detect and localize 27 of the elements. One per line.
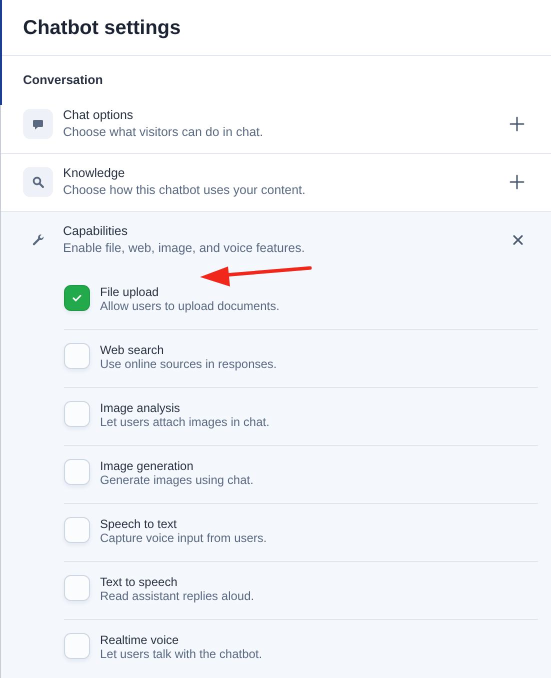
option-description: Generate images using chat. xyxy=(100,472,254,487)
option-title: Image generation xyxy=(100,458,194,473)
option-description: Use online sources in responses. xyxy=(100,356,277,371)
section-description: Enable file, web, image, and voice features. xyxy=(63,240,305,257)
option-description: Let users talk with the chatbot. xyxy=(100,646,262,661)
option-title: File upload xyxy=(100,284,160,299)
wrench-icon xyxy=(30,232,46,248)
option-description: Allow users to upload documents. xyxy=(100,298,280,313)
page-title: Chatbot settings xyxy=(1,0,551,56)
plus-icon xyxy=(509,116,525,132)
section-title: Chat options xyxy=(63,106,134,124)
section-description: Choose how this chatbot uses your content. xyxy=(63,182,306,199)
close-icon xyxy=(511,232,525,247)
section-title: Capabilities xyxy=(63,222,129,240)
option-title: Realtime voice xyxy=(100,632,180,647)
option-title: Text to speech xyxy=(100,574,178,589)
option-title: Speech to text xyxy=(100,516,178,531)
option-title: Web search xyxy=(100,342,165,357)
section-title: Knowledge xyxy=(63,164,126,182)
option-title: Image analysis xyxy=(100,400,182,415)
plus-icon xyxy=(509,174,525,190)
section-heading: Conversation xyxy=(22,72,104,89)
checkbox[interactable] xyxy=(64,284,90,311)
option-description: Let users attach images in chat. xyxy=(100,414,270,429)
option-description: Capture voice input from users. xyxy=(100,530,267,545)
option-description: Read assistant replies aloud. xyxy=(100,588,254,603)
section-description: Choose what visitors can do in chat. xyxy=(63,124,264,141)
